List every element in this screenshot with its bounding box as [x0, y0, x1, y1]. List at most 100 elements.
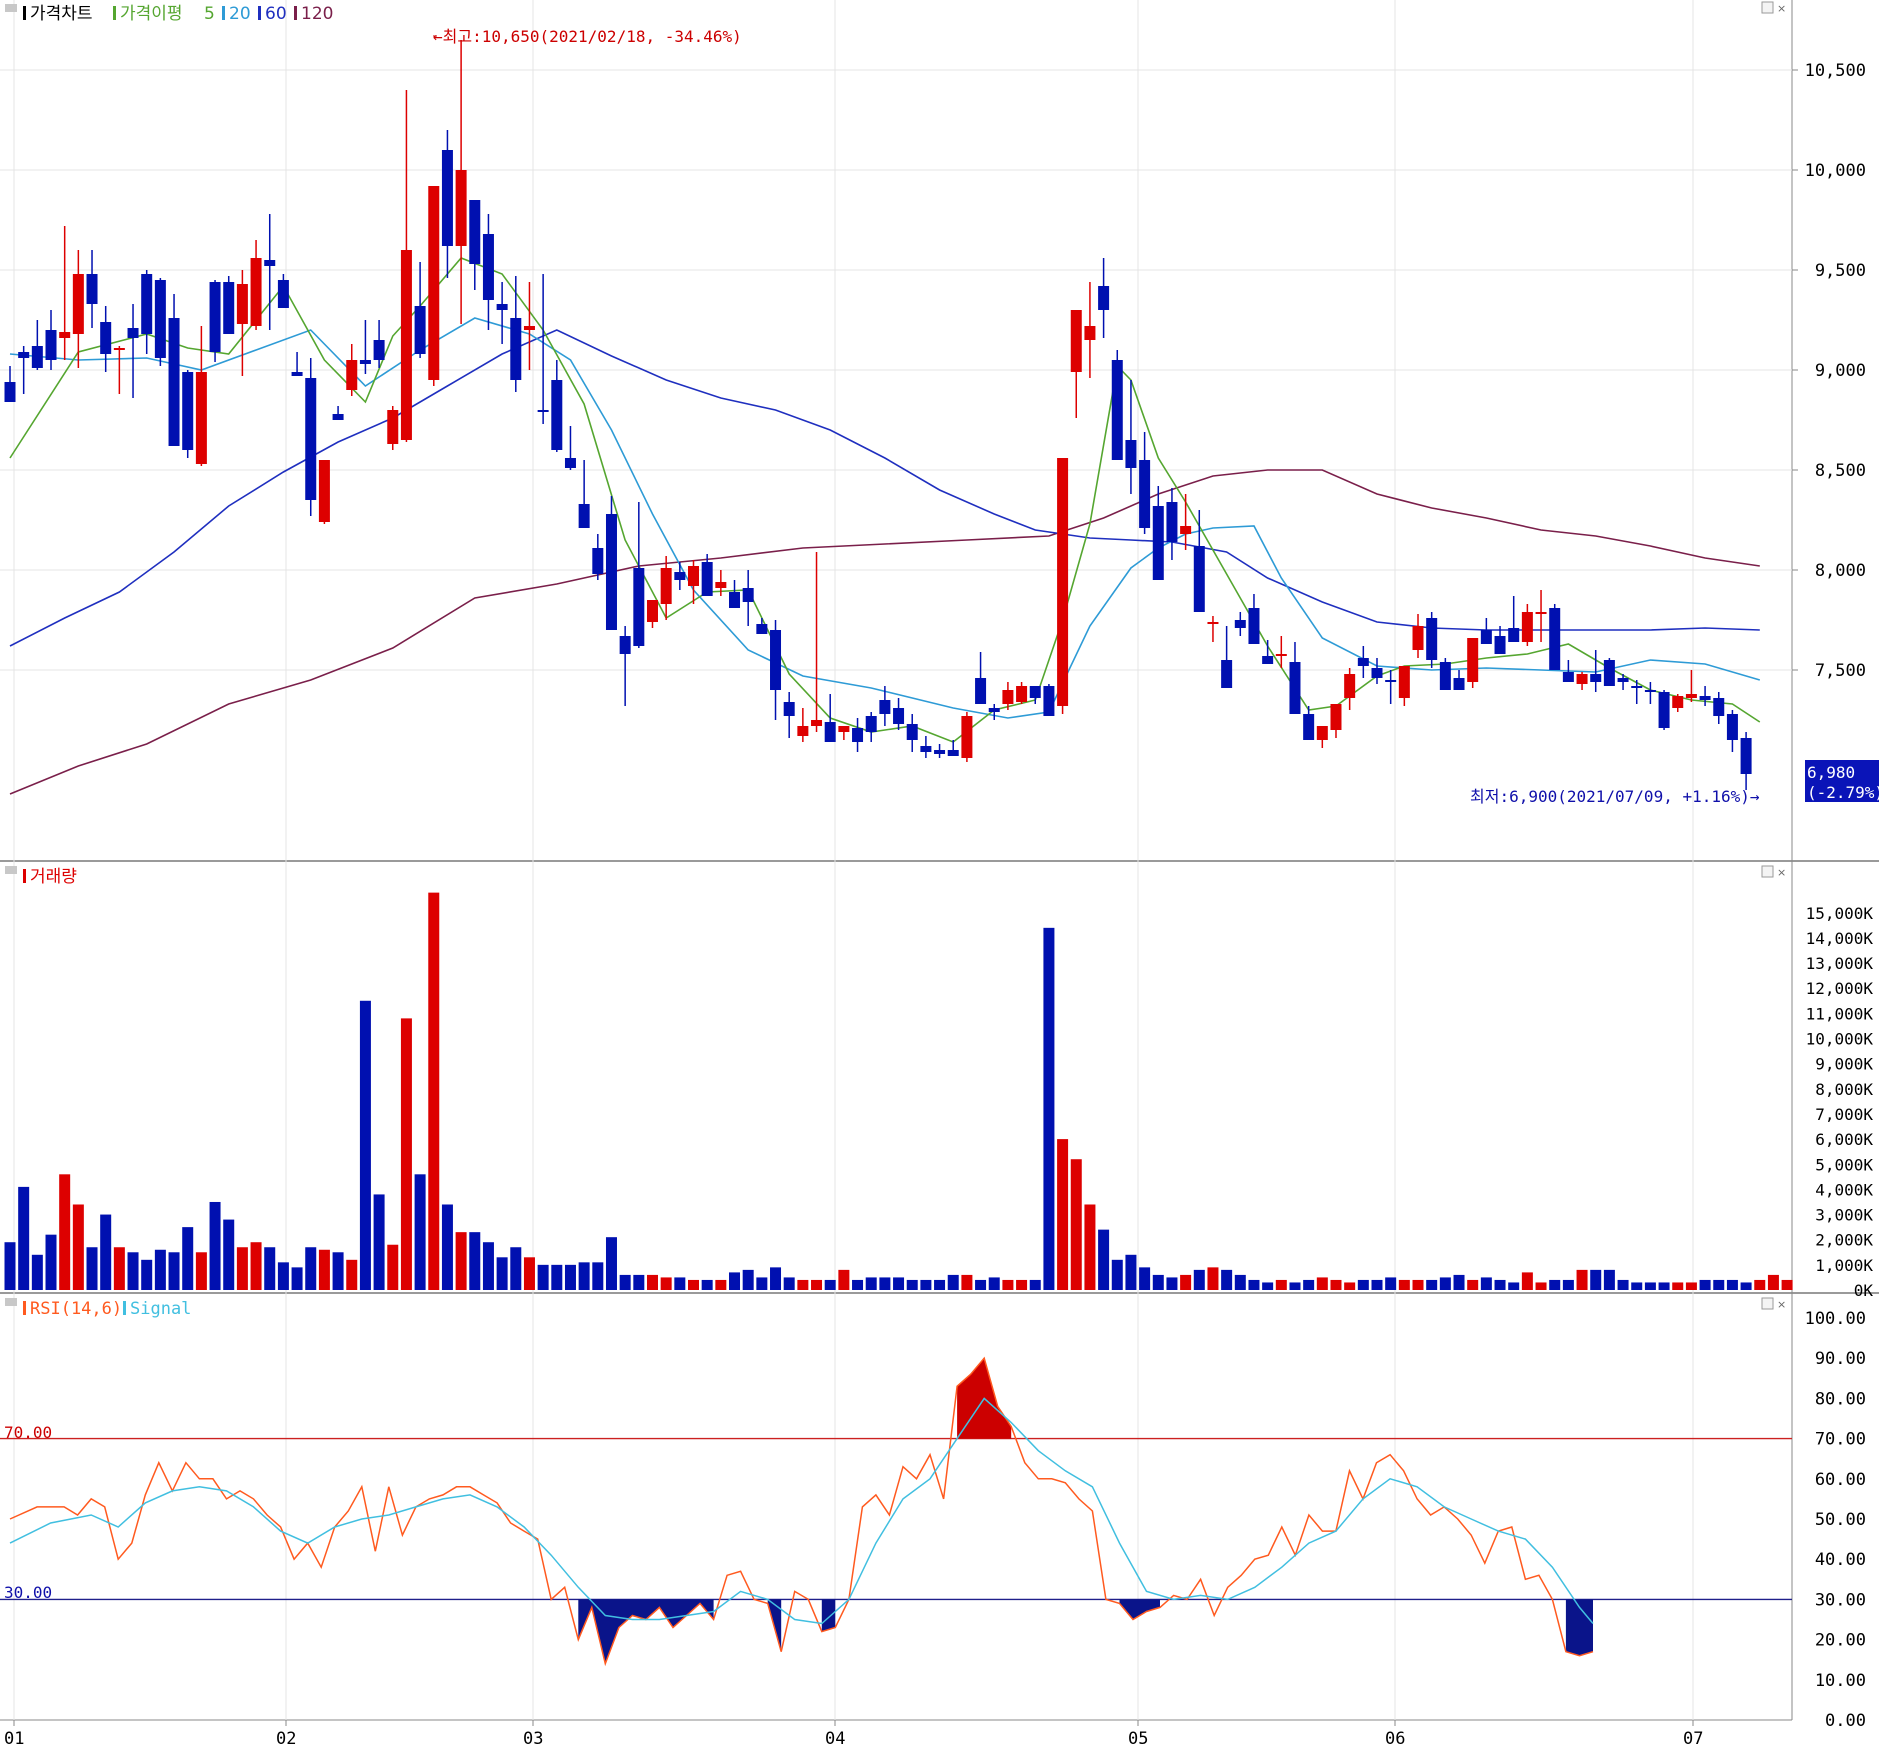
candle-body[interactable]	[236, 284, 248, 324]
volume-bar[interactable]	[168, 1252, 180, 1290]
candle-body[interactable]	[1439, 662, 1451, 690]
volume-bar[interactable]	[1713, 1279, 1725, 1290]
volume-bar[interactable]	[838, 1269, 850, 1290]
volume-bar[interactable]	[537, 1264, 549, 1290]
volume-bar[interactable]	[1234, 1274, 1246, 1290]
candle-body[interactable]	[86, 274, 98, 304]
candle-body[interactable]	[865, 716, 877, 732]
volume-bar[interactable]	[223, 1219, 235, 1290]
candle-body[interactable]	[1549, 608, 1561, 670]
candle-body[interactable]	[1562, 672, 1574, 682]
volume-bar[interactable]	[893, 1277, 905, 1290]
candle-body[interactable]	[1275, 654, 1287, 656]
candle-body[interactable]	[1029, 686, 1041, 698]
volume-bar[interactable]	[1781, 1279, 1793, 1290]
volume-bar[interactable]	[564, 1264, 576, 1290]
volume-bar[interactable]	[1303, 1279, 1315, 1290]
volume-bar[interactable]	[373, 1194, 385, 1290]
volume-bar[interactable]	[496, 1257, 508, 1290]
volume-bar[interactable]	[1426, 1279, 1438, 1290]
volume-bar[interactable]	[127, 1252, 139, 1290]
volume-bar[interactable]	[100, 1214, 112, 1290]
volume-bar[interactable]	[1180, 1274, 1192, 1290]
candle-body[interactable]	[537, 410, 549, 412]
candle-body[interactable]	[1508, 628, 1520, 642]
candle-body[interactable]	[934, 750, 946, 754]
volume-bar[interactable]	[578, 1262, 590, 1290]
candle-body[interactable]	[947, 750, 959, 756]
volume-bar[interactable]	[441, 1204, 453, 1290]
volume-bar[interactable]	[1152, 1274, 1164, 1290]
volume-bar[interactable]	[414, 1174, 426, 1290]
candle-body[interactable]	[605, 514, 617, 630]
candle-body[interactable]	[975, 678, 987, 704]
volume-bar[interactable]	[1494, 1279, 1506, 1290]
volume-bar[interactable]	[523, 1257, 535, 1290]
candle-body[interactable]	[1043, 686, 1055, 716]
candle-body[interactable]	[756, 624, 768, 634]
candle-body[interactable]	[1234, 620, 1246, 628]
candle-body[interactable]	[646, 600, 658, 622]
candle-body[interactable]	[906, 724, 918, 740]
candle-body[interactable]	[1303, 714, 1315, 740]
volume-bar[interactable]	[920, 1279, 932, 1290]
candle-body[interactable]	[1289, 662, 1301, 714]
candle-body[interactable]	[1316, 726, 1328, 740]
candle-body[interactable]	[1590, 674, 1602, 682]
volume-bar[interactable]	[18, 1186, 30, 1290]
candle-body[interactable]	[1412, 626, 1424, 650]
candle-body[interactable]	[482, 234, 494, 300]
candle-body[interactable]	[195, 372, 207, 464]
candle-body[interactable]	[182, 372, 194, 450]
candle-body[interactable]	[346, 360, 358, 390]
volume-bar[interactable]	[236, 1247, 248, 1290]
restore-icon[interactable]	[1761, 865, 1774, 878]
volume-bar[interactable]	[1289, 1282, 1301, 1290]
candle-body[interactable]	[291, 372, 303, 376]
candle-body[interactable]	[893, 708, 905, 724]
candle-body[interactable]	[1699, 696, 1711, 700]
candle-body[interactable]	[100, 322, 112, 354]
candle-body[interactable]	[1480, 630, 1492, 644]
candle-body[interactable]	[592, 548, 604, 574]
candle-body[interactable]	[455, 170, 467, 246]
volume-bar[interactable]	[195, 1252, 207, 1290]
volume-bar[interactable]	[1166, 1277, 1178, 1290]
volume-bar[interactable]	[1057, 1139, 1069, 1290]
volume-bar[interactable]	[86, 1247, 98, 1290]
candle-body[interactable]	[59, 332, 71, 338]
volume-bar[interactable]	[141, 1259, 153, 1290]
candle-body[interactable]	[619, 636, 631, 654]
candle-body[interactable]	[373, 340, 385, 360]
volume-bar[interactable]	[742, 1269, 754, 1290]
candle-body[interactable]	[318, 460, 330, 522]
volume-bar[interactable]	[1521, 1272, 1533, 1290]
candle-body[interactable]	[1152, 506, 1164, 580]
candle-body[interactable]	[1603, 660, 1615, 686]
candle-body[interactable]	[4, 382, 16, 402]
candle-body[interactable]	[305, 378, 317, 500]
candle-body[interactable]	[564, 458, 576, 468]
candle-body[interactable]	[660, 568, 672, 604]
volume-bar[interactable]	[72, 1204, 84, 1290]
volume-bar[interactable]	[1767, 1274, 1779, 1290]
candle-body[interactable]	[510, 318, 522, 380]
volume-bar[interactable]	[45, 1234, 57, 1290]
candle-body[interactable]	[387, 410, 399, 444]
close-icon[interactable]: ×	[1777, 866, 1786, 879]
candle-body[interactable]	[1426, 618, 1438, 660]
volume-bar[interactable]	[797, 1279, 809, 1290]
candle-body[interactable]	[209, 282, 221, 352]
candle-body[interactable]	[1521, 612, 1533, 642]
candle-body[interactable]	[1248, 608, 1260, 644]
volume-bar[interactable]	[729, 1272, 741, 1290]
candle-body[interactable]	[988, 708, 1000, 712]
candle-body[interactable]	[674, 572, 686, 580]
volume-bar[interactable]	[455, 1232, 467, 1290]
volume-bar[interactable]	[318, 1249, 330, 1290]
restore-icon[interactable]	[1761, 1297, 1774, 1310]
volume-bar[interactable]	[975, 1279, 987, 1290]
candle-body[interactable]	[45, 330, 57, 360]
candle-body[interactable]	[742, 588, 754, 602]
volume-bar[interactable]	[824, 1279, 836, 1290]
